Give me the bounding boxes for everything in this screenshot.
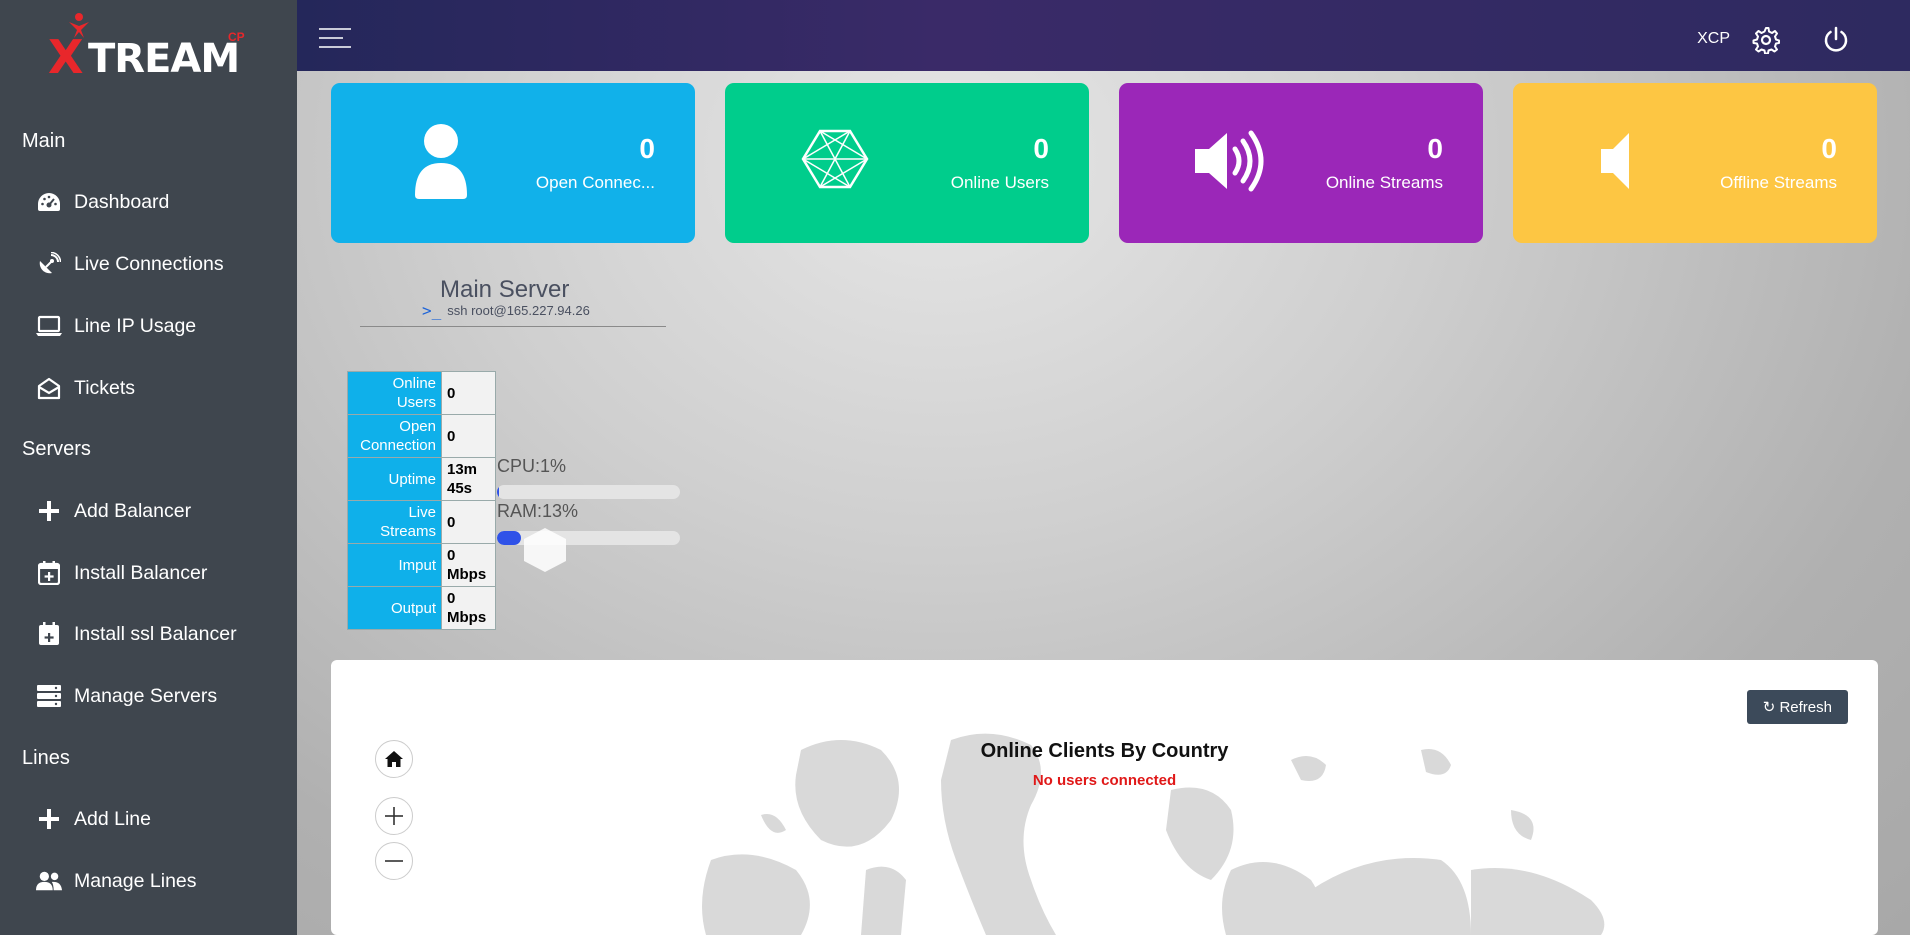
sidebar-item-label: Tickets: [74, 376, 136, 399]
card-open-connections[interactable]: 0 Open Connec...: [331, 83, 695, 243]
user-icon: [415, 124, 467, 199]
table-row: Imput 0 Mbps: [347, 543, 496, 587]
users-icon: [36, 868, 62, 894]
cpu-progress-bar: [497, 485, 680, 499]
table-row: Open Connection 0: [347, 414, 496, 458]
calendar-plus-icon: [36, 560, 62, 586]
card-label: Online Users: [950, 173, 1049, 192]
stat-value: 0: [441, 371, 496, 415]
table-row: Output 0 Mbps: [347, 586, 496, 630]
stat-value: 13m 45s: [441, 457, 496, 501]
sidebar-item-manage-lines[interactable]: Manage Lines: [36, 861, 197, 901]
refresh-button[interactable]: ↻ Refresh: [1746, 690, 1848, 724]
card-label: Offline Streams: [1720, 173, 1837, 192]
plus-icon: [36, 498, 62, 524]
stat-key: Uptime: [347, 457, 442, 501]
hamburger-menu-icon[interactable]: [319, 28, 351, 48]
table-row: Online Users 0: [347, 371, 496, 415]
table-row: Uptime 13m 45s: [347, 457, 496, 501]
volume-off-icon: [1601, 133, 1629, 189]
sidebar-item-manage-servers[interactable]: Manage Servers: [36, 676, 217, 716]
refresh-icon: ↻: [1762, 699, 1776, 716]
gear-icon[interactable]: [1752, 26, 1780, 54]
server-ssh[interactable]: >_ ssh root@165.227.94.26: [422, 301, 590, 320]
map-status: No users connected: [1032, 772, 1177, 789]
calendar-plus-icon: [36, 621, 62, 647]
sidebar-item-label: Line IP Usage: [74, 314, 197, 337]
ram-label: RAM:13%: [497, 501, 579, 521]
card-value: 0: [1033, 133, 1049, 164]
stat-value: 0: [441, 414, 496, 458]
ram-progress-fill: [497, 531, 521, 545]
sidebar-item-label: Dashboard: [74, 190, 170, 213]
sidebar-item-label: Add Line: [74, 807, 151, 830]
sidebar-item-label: Install Balancer: [74, 561, 208, 584]
stat-key: Live Streams: [347, 500, 442, 544]
card-offline-streams[interactable]: 0 Offline Streams: [1513, 83, 1877, 243]
stat-key: Online Users: [347, 371, 442, 415]
sidebar-item-add-balancer[interactable]: Add Balancer: [36, 491, 191, 531]
envelope-open-icon: [36, 375, 62, 401]
map-zoom-out-button[interactable]: [375, 842, 413, 880]
map-panel: ↻ Refresh Online Clients By Country No u…: [331, 660, 1878, 935]
sidebar-item-label: Live Connections: [74, 252, 224, 275]
sidebar-item-live-connections[interactable]: Live Connections: [36, 244, 224, 284]
sidebar: X TREAM CP Main Dashboard Live Connectio…: [0, 0, 297, 935]
user-label[interactable]: XCP: [1697, 30, 1730, 48]
section-servers: Servers: [22, 438, 91, 460]
network-polygon-icon: [801, 129, 869, 189]
card-label: Open Connec...: [535, 173, 655, 192]
laptop-icon: [36, 313, 62, 339]
server-title: Main Server: [440, 276, 570, 303]
power-icon[interactable]: [1822, 26, 1850, 54]
hexagon-decoration-icon: [524, 528, 566, 572]
stat-key: Output: [347, 586, 442, 630]
logo-cp: CP: [228, 30, 245, 44]
sidebar-item-label: Add Balancer: [74, 499, 192, 522]
sidebar-item-dashboard[interactable]: Dashboard: [36, 182, 169, 222]
stat-key: Open Connection: [347, 414, 442, 458]
logo-text: TREAM: [88, 36, 240, 82]
dashboard-gauge-icon: [36, 189, 62, 215]
plus-icon: [385, 807, 403, 825]
map-zoom-in-button[interactable]: [375, 797, 413, 835]
card-value: 0: [1821, 133, 1837, 164]
xtream-logo[interactable]: X TREAM CP: [48, 12, 248, 84]
map-title: Online Clients By Country: [980, 740, 1229, 762]
stat-value: 0 Mbps: [441, 586, 496, 630]
sidebar-item-install-ssl-balancer[interactable]: Install ssl Balancer: [36, 614, 237, 654]
sidebar-item-tickets[interactable]: Tickets: [36, 368, 135, 408]
volume-high-icon: [1195, 130, 1264, 192]
stat-value: 0 Mbps: [441, 543, 496, 587]
minus-icon: [385, 860, 403, 862]
card-value: 0: [1427, 133, 1443, 164]
stat-key: Imput: [347, 543, 442, 587]
sidebar-item-install-balancer[interactable]: Install Balancer: [36, 553, 207, 593]
sidebar-item-line-ip-usage[interactable]: Line IP Usage: [36, 306, 196, 346]
server-stack-icon: [36, 683, 62, 709]
divider: [360, 326, 666, 327]
table-row: Live Streams 0: [347, 500, 496, 544]
server-stats-table: Online Users 0 Open Connection 0 Uptime 13…: [347, 371, 496, 630]
sidebar-item-add-line[interactable]: Add Line: [36, 799, 151, 839]
cpu-label: CPU:1%: [497, 456, 567, 476]
stat-value: 0: [441, 500, 496, 544]
logo-x: X: [48, 30, 83, 84]
top-navbar: XCP: [297, 0, 1910, 71]
server-ssh-text: ssh root@165.227.94.26: [447, 303, 590, 318]
sidebar-item-label: Manage Lines: [74, 869, 197, 892]
sidebar-item-label: Install ssl Balancer: [74, 622, 237, 645]
satellite-dish-icon: [36, 251, 62, 277]
section-main: Main: [22, 130, 66, 152]
section-lines: Lines: [22, 747, 70, 769]
plus-icon: [36, 806, 62, 832]
terminal-icon: >_: [422, 301, 442, 320]
card-label: Online Streams: [1325, 173, 1443, 192]
card-online-streams[interactable]: 0 Online Streams: [1119, 83, 1483, 243]
card-value: 0: [639, 133, 655, 164]
card-online-users[interactable]: 0 Online Users: [725, 83, 1089, 243]
sidebar-item-label: Manage Servers: [74, 684, 218, 707]
